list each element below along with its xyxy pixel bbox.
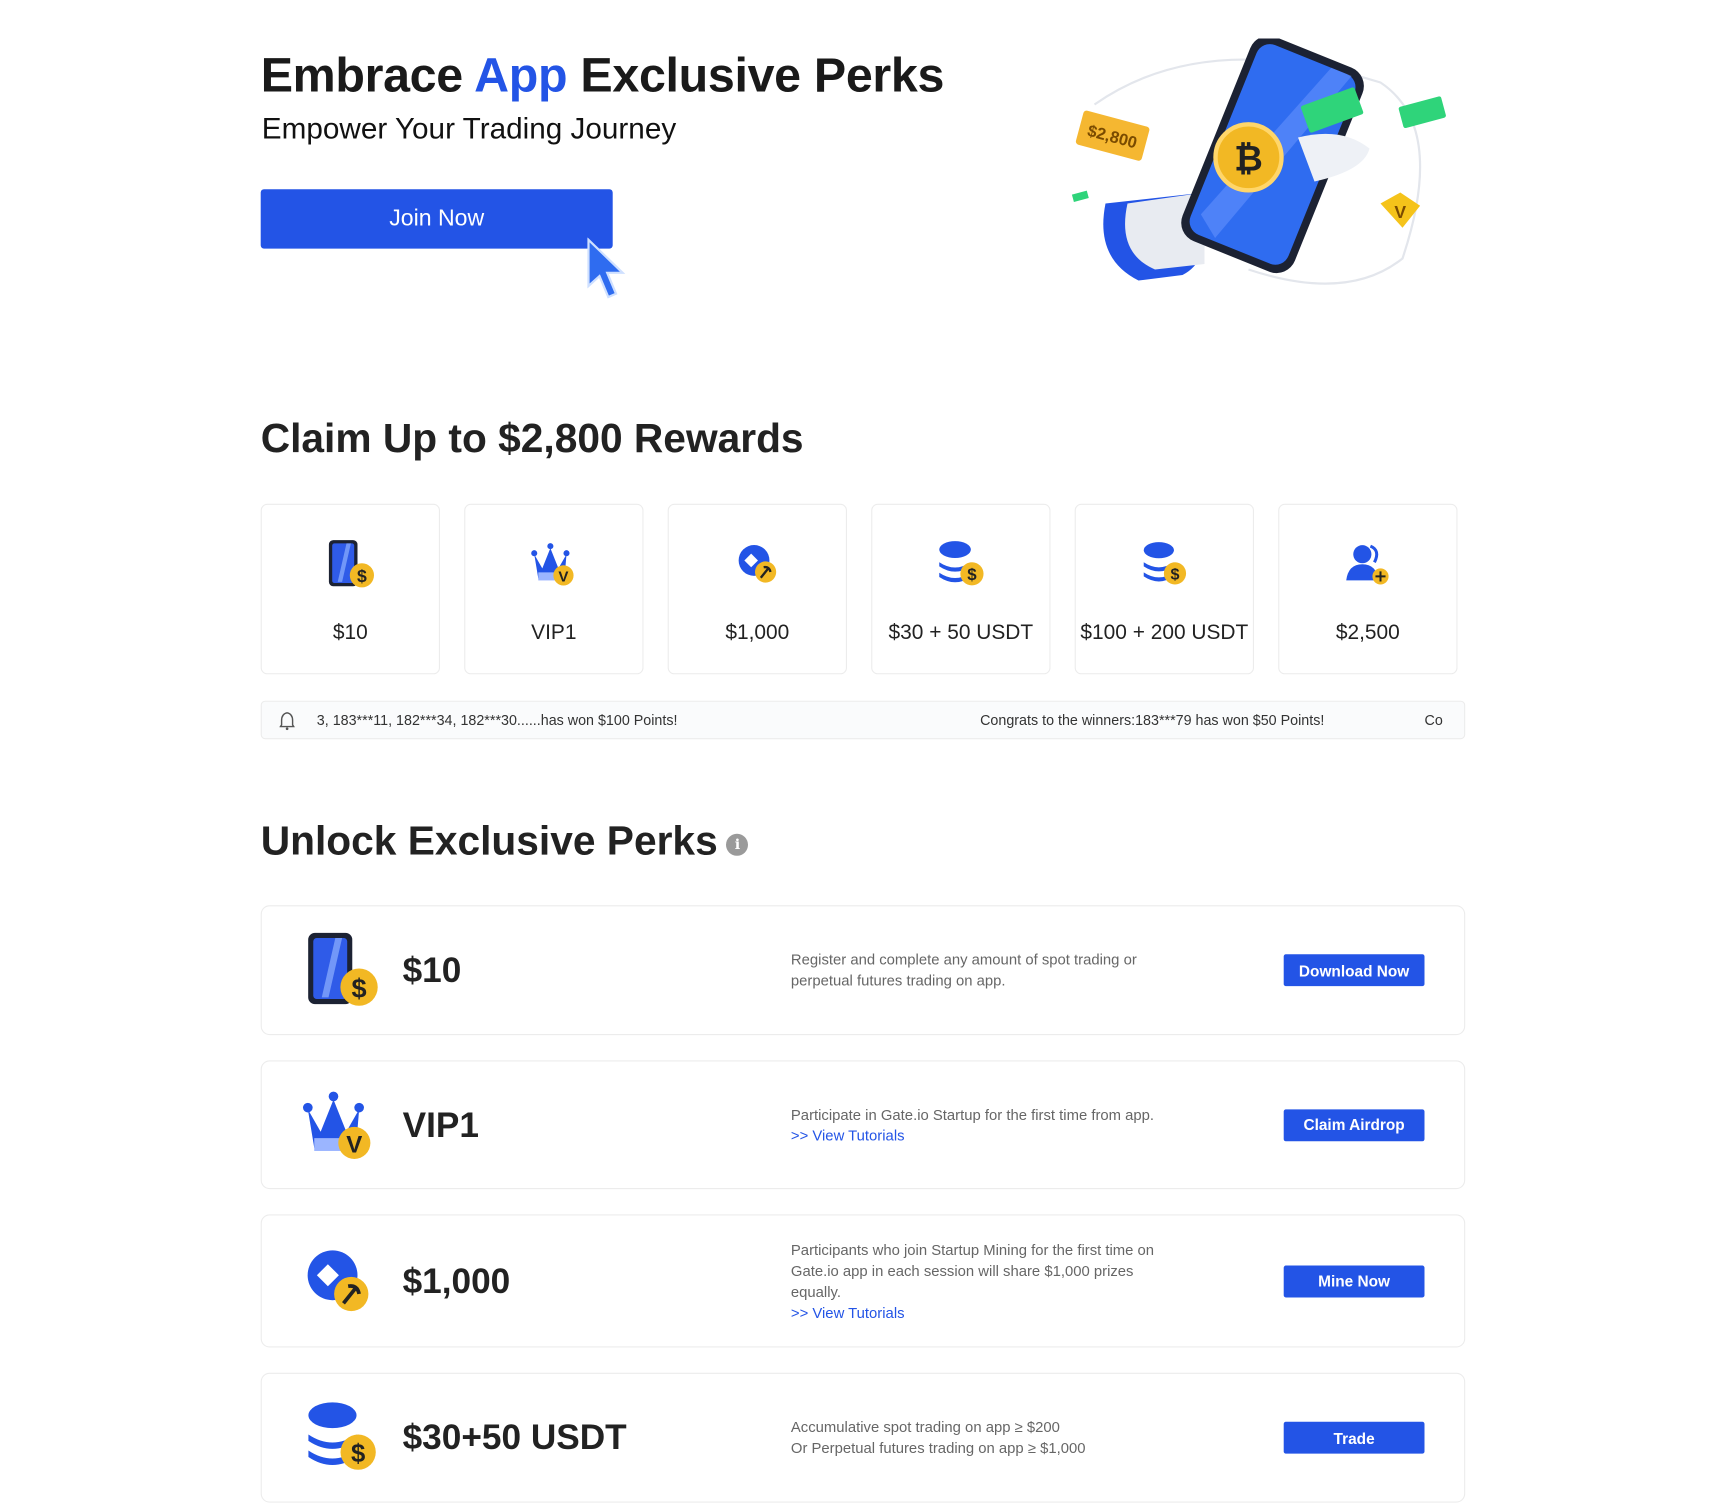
mine-now-button[interactable]: Mine Now: [1283, 1265, 1425, 1297]
unlock-heading-row: Unlock Exclusive Perks i: [261, 818, 749, 864]
reward-card[interactable]: VIP1: [464, 503, 644, 675]
phone-bitcoin-illustration: ₿ $2,800 V: [1071, 38, 1446, 285]
ticker-item: 3, 183***11, 182***34, 182***30......has…: [316, 711, 678, 729]
ticker-item: Co: [1424, 711, 1443, 729]
perk-row: $10 Register and complete any amount of …: [260, 905, 1466, 1036]
perk-description-line: Or Perpetual futures trading on app ≥ $1…: [790, 1439, 1086, 1457]
bell-icon: [279, 712, 295, 731]
reward-card-label: $10: [332, 621, 368, 645]
coin-stack-icon: [936, 539, 987, 590]
phone-coin-icon: [301, 930, 382, 1011]
claim-heading: Claim Up to $2,800 Rewards: [260, 415, 804, 461]
hero-title-accent: App: [474, 48, 568, 103]
reward-card[interactable]: $2,500: [1278, 503, 1458, 675]
perk-description: Participate in Gate.io Startup for the f…: [791, 1104, 1176, 1146]
user-add-icon: [1344, 540, 1392, 588]
view-tutorials-link[interactable]: >> View Tutorials: [791, 1302, 1176, 1323]
perk-row: $30+50 USDT Accumulative spot trading on…: [260, 1372, 1466, 1503]
unlock-heading: Unlock Exclusive Perks: [260, 818, 718, 864]
perk-description-line: Accumulative spot trading on app ≥ $200: [790, 1419, 1060, 1436]
hero-title-part1: Embrace: [260, 48, 475, 103]
svg-text:V: V: [1394, 202, 1406, 222]
coin-stack-icon: [1140, 539, 1188, 590]
trade-button[interactable]: Trade: [1283, 1421, 1425, 1454]
hero-title-part2: Exclusive Perks: [567, 48, 945, 103]
reward-card[interactable]: $10: [260, 503, 440, 675]
join-now-button[interactable]: Join Now: [260, 189, 613, 249]
perk-amount: $30+50 USDT: [402, 1417, 627, 1457]
perk-amount: $1,000: [402, 1260, 511, 1301]
perk-row: $1,000 Participants who join Startup Min…: [260, 1214, 1466, 1348]
crown-vip-icon: [301, 1086, 378, 1163]
reward-card[interactable]: $1,000: [667, 503, 847, 675]
download-now-button[interactable]: Download Now: [1283, 954, 1425, 987]
reward-card-label: $30 + 50 USDT: [888, 621, 1034, 645]
perk-description-text: Participants who join Startup Mining for…: [790, 1241, 1155, 1300]
crown-vip-icon: [530, 540, 578, 588]
cursor-pointer-icon: [587, 237, 626, 299]
reward-cards: $10 VIP1 $1,000 $30 + 50 USDT $100 + 200…: [260, 503, 1458, 675]
claim-airdrop-button[interactable]: Claim Airdrop: [1283, 1108, 1425, 1141]
hero-subtitle: Empower Your Trading Journey: [261, 112, 677, 146]
perk-amount: VIP1: [402, 1104, 479, 1144]
winners-ticker: 3, 183***11, 182***34, 182***30......has…: [260, 700, 1466, 740]
perk-description: Participants who join Startup Mining for…: [791, 1239, 1176, 1323]
phone-coin-icon: [324, 538, 377, 591]
svg-text:₿: ₿: [1234, 140, 1263, 179]
ticker-item: Congrats to the winners:183***79 has won…: [980, 711, 1325, 729]
coin-stack-icon: [301, 1399, 382, 1476]
reward-card[interactable]: $100 + 200 USDT: [1074, 503, 1254, 675]
reward-card-label: VIP1: [531, 621, 577, 645]
view-tutorials-link[interactable]: >> View Tutorials: [791, 1125, 1176, 1146]
reward-card-label: $2,500: [1335, 621, 1400, 645]
info-icon[interactable]: i: [726, 833, 749, 856]
perk-amount: $10: [402, 949, 462, 990]
reward-card[interactable]: $30 + 50 USDT: [871, 503, 1051, 675]
perk-row: VIP1 Participate in Gate.io Startup for …: [260, 1060, 1466, 1190]
perk-description-text: Register and complete any amount of spot…: [790, 951, 1137, 989]
mining-icon: [734, 541, 780, 587]
mining-icon: [301, 1244, 376, 1319]
reward-card-label: $100 + 200 USDT: [1080, 621, 1249, 645]
reward-card-label: $1,000: [725, 621, 790, 645]
perk-description: Accumulative spot trading on app ≥ $200 O…: [791, 1417, 1176, 1459]
perk-description-text: Participate in Gate.io Startup for the f…: [790, 1106, 1155, 1123]
perk-description: Register and complete any amount of spot…: [791, 949, 1176, 991]
hero-title: Embrace App Exclusive Perks: [260, 48, 945, 103]
